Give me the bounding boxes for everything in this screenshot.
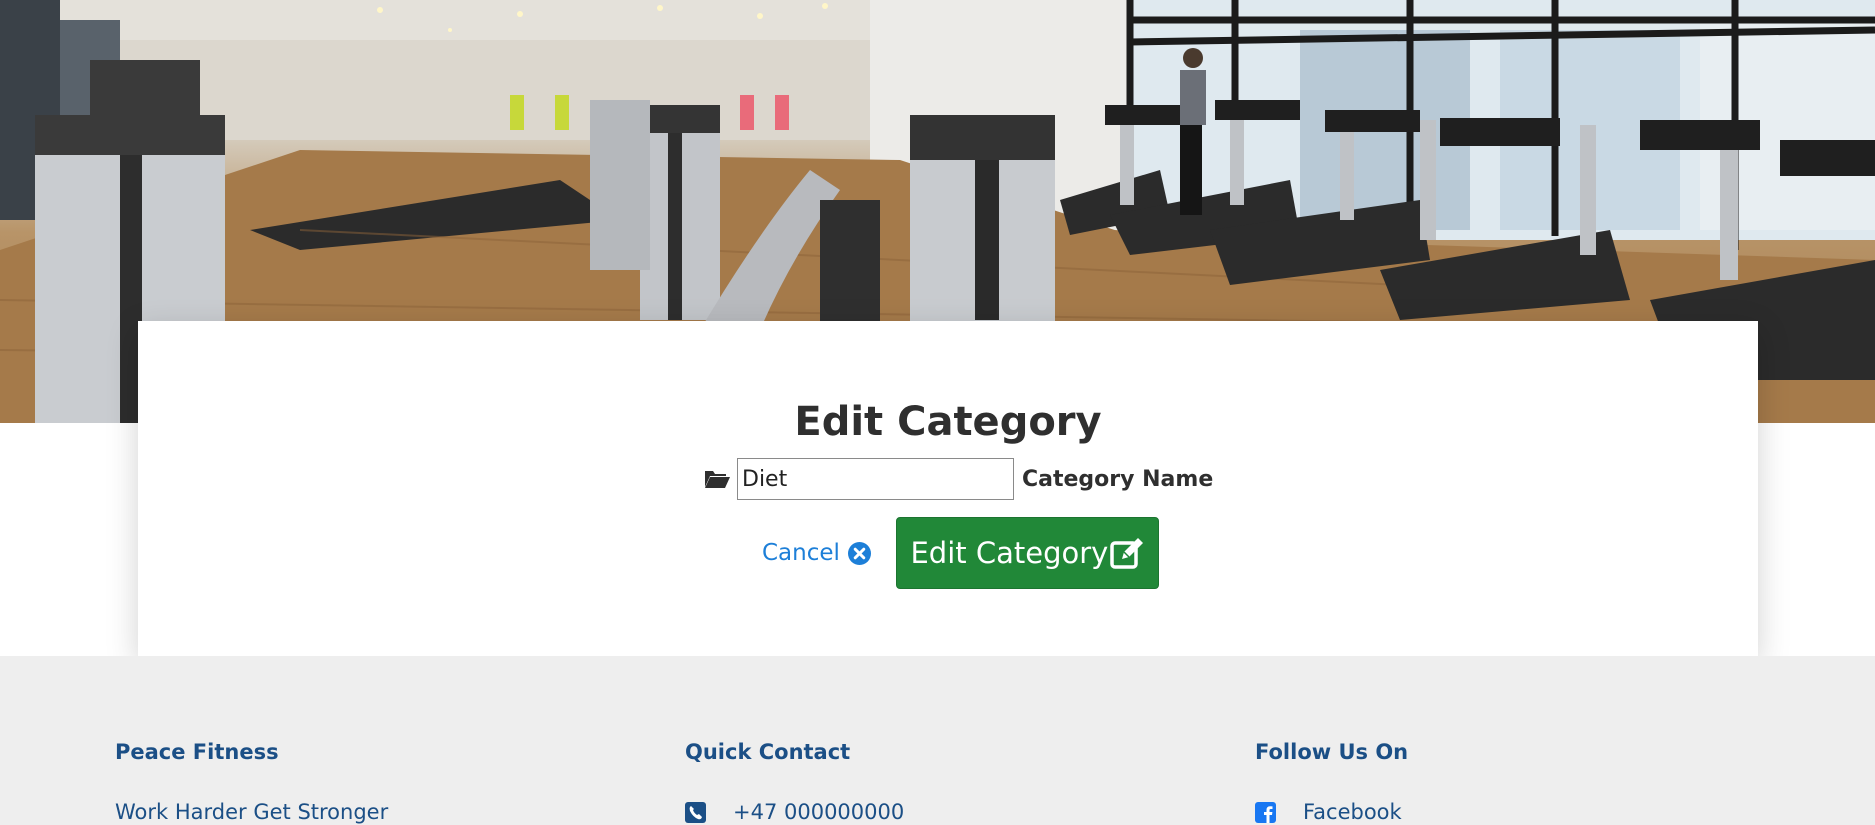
- category-name-label: Category Name: [1022, 466, 1214, 492]
- edit-icon: [1110, 538, 1144, 569]
- category-name-row: Category Name: [703, 458, 1213, 500]
- footer-facebook-text: Facebook: [1303, 800, 1402, 824]
- footer-phone[interactable]: +47 000000000: [685, 800, 904, 824]
- footer-column-contact: Quick Contact +47 000000000: [685, 740, 904, 824]
- footer-brand-heading: Peace Fitness: [115, 740, 279, 764]
- times-circle-icon: [847, 541, 871, 565]
- edit-category-card: Edit Category Category Name Cancel Edit …: [138, 321, 1758, 656]
- footer-column-social: Follow Us On Facebook: [1255, 740, 1409, 824]
- footer-tagline: Work Harder Get Stronger: [115, 800, 388, 824]
- page-title: Edit Category: [794, 399, 1102, 445]
- edit-category-button[interactable]: Edit Category: [895, 517, 1159, 589]
- edit-category-button-label: Edit Category: [910, 536, 1109, 570]
- form-actions: Cancel Edit Category: [762, 517, 1159, 589]
- cancel-link[interactable]: Cancel: [762, 540, 871, 566]
- footer-social-heading: Follow Us On: [1255, 740, 1409, 764]
- category-name-input[interactable]: [737, 458, 1014, 500]
- phone-icon: [685, 801, 706, 823]
- footer-tagline-text: Work Harder Get Stronger: [115, 800, 389, 824]
- footer-phone-text: +47 000000000: [733, 800, 905, 824]
- footer-contact-heading: Quick Contact: [685, 740, 851, 764]
- facebook-icon: [1255, 801, 1276, 823]
- folder-open-icon: [705, 471, 730, 488]
- footer-column-about: Peace Fitness Work Harder Get Stronger: [115, 740, 388, 824]
- footer: Peace Fitness Work Harder Get Stronger Q…: [0, 656, 1875, 825]
- cancel-label: Cancel: [762, 540, 840, 566]
- footer-facebook-link[interactable]: Facebook: [1255, 800, 1402, 824]
